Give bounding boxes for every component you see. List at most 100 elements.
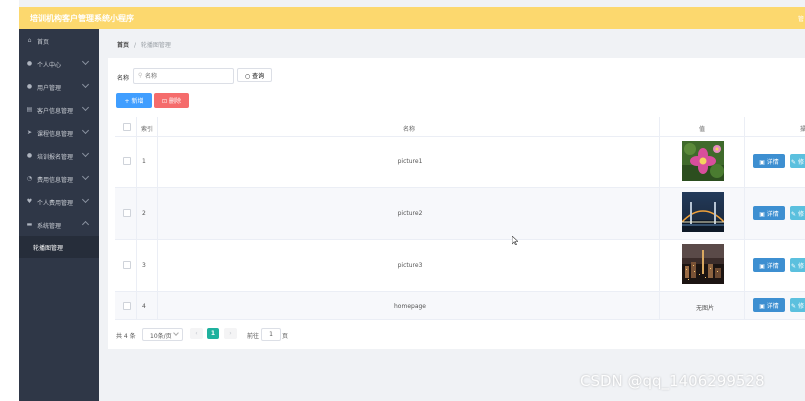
header-right-text[interactable]: 管 bbox=[798, 14, 804, 23]
pagination-total: 共 4 条 bbox=[116, 333, 136, 340]
select-all-checkbox[interactable] bbox=[123, 123, 131, 131]
row-thumbnail-flower bbox=[682, 141, 724, 181]
user-icon: ● bbox=[26, 83, 33, 90]
row-value: 无图片 bbox=[695, 305, 714, 312]
sidebar-item-system-management[interactable]: ▬ 系统管理 bbox=[19, 214, 99, 236]
delete-button[interactable]: ⊡ 删除 bbox=[154, 93, 189, 108]
row-name: homepage bbox=[394, 303, 426, 310]
send-icon: ➤ bbox=[26, 129, 33, 136]
left-margin bbox=[0, 0, 19, 401]
sidebar: ⌂ 首页 ● 个人中心 ● 用户管理 ▤ 客户信息管理 ➤ 课程信息管理 ● 培… bbox=[19, 29, 99, 401]
detail-button[interactable]: ▣ 详情 bbox=[753, 298, 785, 312]
sidebar-item-label: 个人费用管理 bbox=[37, 200, 74, 207]
query-button-label: 查询 bbox=[252, 72, 265, 80]
sidebar-item-label: 系统管理 bbox=[37, 223, 62, 230]
system-icon: ▬ bbox=[26, 221, 33, 228]
detail-icon: ▣ bbox=[759, 210, 765, 218]
clock-icon: ◔ bbox=[26, 175, 33, 182]
chevron-down-icon bbox=[81, 172, 90, 181]
prev-page-button[interactable]: ‹ bbox=[190, 328, 203, 339]
table-row: 4 homepage 无图片 ▣ 详情 ✎ 修 bbox=[115, 292, 805, 320]
sidebar-item-training-signup[interactable]: ● 培训报名管理 bbox=[19, 145, 99, 167]
detail-button[interactable]: ▣ 详情 bbox=[753, 154, 785, 168]
breadcrumb-home[interactable]: 首页 bbox=[117, 42, 129, 49]
sidebar-item-personal-fee[interactable]: ♥ 个人费用管理 bbox=[19, 191, 99, 213]
main-content: 首页 / 轮播图管理 名称 ⚲ ○ 查询 + 新增 ⊡ 删除 bbox=[99, 29, 805, 401]
sidebar-item-customer-info[interactable]: ▤ 客户信息管理 bbox=[19, 99, 99, 121]
edit-button[interactable]: ✎ 修 bbox=[790, 154, 805, 168]
table-row: 2 picture2 ▣ 详情 ✎ 修 bbox=[115, 188, 805, 240]
search-icon: ○ bbox=[244, 72, 251, 80]
page-size-value: 10条/页 bbox=[150, 333, 172, 340]
delete-button-label: 删除 bbox=[168, 98, 181, 105]
detail-button-label: 详情 bbox=[766, 158, 779, 166]
chevron-down-icon bbox=[81, 149, 90, 158]
edit-icon: ✎ bbox=[791, 210, 797, 218]
breadcrumb-current: 轮播图管理 bbox=[140, 42, 171, 49]
next-page-button[interactable]: › bbox=[224, 328, 237, 339]
page-size-select[interactable]: 10条/页 bbox=[142, 328, 183, 341]
breadcrumb: 首页 / 轮播图管理 bbox=[117, 40, 171, 49]
detail-button[interactable]: ▣ 详情 bbox=[753, 206, 785, 220]
chevron-up-icon bbox=[81, 220, 90, 229]
pagination: 共 4 条 10条/页 ‹ 1 › 前往 1 页 bbox=[116, 328, 416, 341]
sidebar-item-label: 首页 bbox=[37, 39, 50, 46]
sidebar-item-label: 费用信息管理 bbox=[37, 177, 74, 184]
content-card: 名称 ⚲ ○ 查询 + 新增 ⊡ 删除 索引 名称 bbox=[108, 58, 805, 349]
app-title: 培训机构客户管理系统小程序 bbox=[30, 14, 134, 23]
goto-page-input[interactable]: 1 bbox=[261, 328, 281, 341]
column-header-value: 值 bbox=[699, 126, 706, 133]
chevron-down-icon bbox=[81, 103, 90, 112]
column-header-name: 名称 bbox=[403, 126, 416, 133]
sidebar-item-home[interactable]: ⌂ 首页 bbox=[19, 30, 99, 52]
sidebar-item-label: 个人中心 bbox=[37, 62, 62, 69]
edit-button-label: 修 bbox=[797, 158, 804, 166]
search-box[interactable]: ⚲ bbox=[133, 68, 234, 84]
row-index: 1 bbox=[142, 158, 146, 165]
row-index: 3 bbox=[142, 262, 146, 269]
sidebar-subitem-carousel[interactable]: 轮播图管理 bbox=[19, 236, 99, 258]
chevron-down-icon bbox=[81, 57, 90, 66]
edit-button-label: 修 bbox=[797, 302, 804, 310]
row-checkbox[interactable] bbox=[123, 157, 131, 165]
page-number-active[interactable]: 1 bbox=[207, 328, 219, 339]
edit-icon: ✎ bbox=[791, 158, 797, 166]
sidebar-item-personal-center[interactable]: ● 个人中心 bbox=[19, 53, 99, 75]
add-button[interactable]: + 新增 bbox=[116, 93, 152, 108]
row-name: picture3 bbox=[397, 262, 423, 269]
detail-icon: ▣ bbox=[759, 158, 765, 166]
sidebar-item-label: 客户信息管理 bbox=[37, 108, 74, 115]
row-name: picture2 bbox=[397, 210, 423, 217]
sidebar-item-course-info[interactable]: ➤ 课程信息管理 bbox=[19, 122, 99, 144]
detail-icon: ▣ bbox=[759, 302, 765, 310]
detail-button-label: 详情 bbox=[766, 210, 779, 218]
breadcrumb-separator: / bbox=[133, 42, 136, 49]
edit-button[interactable]: ✎ 修 bbox=[790, 298, 805, 312]
goto-unit: 页 bbox=[282, 333, 289, 340]
search-icon: ⚲ bbox=[138, 72, 143, 79]
sidebar-item-user-management[interactable]: ● 用户管理 bbox=[19, 76, 99, 98]
sidebar-subitem-label: 轮播图管理 bbox=[33, 245, 64, 252]
chevron-down-icon bbox=[81, 195, 90, 204]
row-checkbox[interactable] bbox=[123, 209, 131, 217]
row-checkbox[interactable] bbox=[123, 302, 131, 310]
watermark: CSDN @qq_1406299528 bbox=[580, 372, 765, 390]
detail-button-label: 详情 bbox=[766, 262, 779, 270]
row-checkbox[interactable] bbox=[123, 261, 131, 269]
search-label: 名称 bbox=[117, 75, 130, 82]
detail-button-label: 详情 bbox=[766, 302, 779, 310]
sidebar-item-label: 用户管理 bbox=[37, 85, 62, 92]
edit-button[interactable]: ✎ 修 bbox=[790, 258, 805, 272]
detail-button[interactable]: ▣ 详情 bbox=[753, 258, 785, 272]
edit-icon: ✎ bbox=[791, 262, 797, 270]
edit-button[interactable]: ✎ 修 bbox=[790, 206, 805, 220]
edit-icon: ✎ bbox=[791, 302, 797, 310]
row-index: 4 bbox=[142, 303, 146, 310]
table-header-row: 索引 名称 值 操 bbox=[115, 117, 805, 137]
sidebar-item-fee-info[interactable]: ◔ 费用信息管理 bbox=[19, 168, 99, 190]
search-input[interactable] bbox=[145, 71, 225, 81]
home-icon: ⌂ bbox=[27, 37, 32, 44]
column-header-actions: 操 bbox=[800, 126, 805, 133]
chevron-down-icon bbox=[81, 126, 90, 135]
query-button[interactable]: ○ 查询 bbox=[237, 68, 272, 82]
